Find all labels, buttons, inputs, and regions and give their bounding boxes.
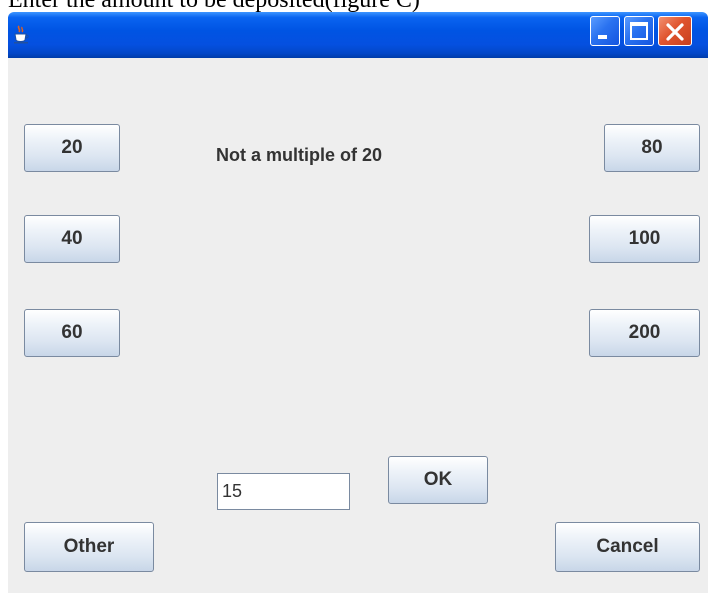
status-message: Not a multiple of 20 xyxy=(216,145,383,165)
title-bar[interactable] xyxy=(8,12,708,58)
close-icon xyxy=(666,23,684,41)
java-cup-icon xyxy=(14,25,29,44)
amount-80-button[interactable]: 80 xyxy=(604,124,700,172)
maximize-icon xyxy=(630,22,648,40)
amount-20-button[interactable]: 20 xyxy=(24,124,120,172)
dialog-content: 20 40 60 Not a multiple of 20 80 100 200… xyxy=(8,58,708,593)
cancel-button[interactable]: Cancel xyxy=(555,522,700,572)
dialog-window: 20 40 60 Not a multiple of 20 80 100 200… xyxy=(8,12,708,593)
close-button[interactable] xyxy=(658,16,692,46)
minimize-button[interactable] xyxy=(590,16,620,46)
ok-button[interactable]: OK xyxy=(388,456,488,504)
minimize-icon xyxy=(598,35,607,39)
amount-100-button[interactable]: 100 xyxy=(589,215,700,263)
amount-60-button[interactable]: 60 xyxy=(24,309,120,357)
amount-input[interactable] xyxy=(217,473,350,510)
amount-200-button[interactable]: 200 xyxy=(589,309,700,357)
amount-40-button[interactable]: 40 xyxy=(24,215,120,263)
other-button[interactable]: Other xyxy=(24,522,154,572)
maximize-button[interactable] xyxy=(624,16,654,46)
document-caption: Enter the amount to be deposited(figure … xyxy=(8,0,708,12)
